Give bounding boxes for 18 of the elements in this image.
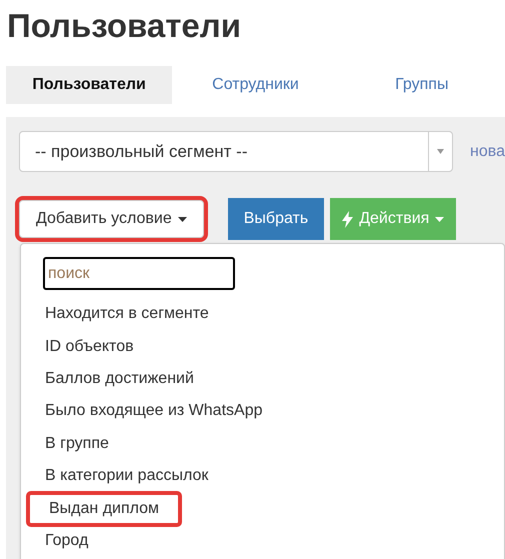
- select-value: -- произвольный сегмент --: [34, 140, 248, 163]
- menu-item[interactable]: Выдан диплом: [26, 490, 182, 527]
- tab[interactable]: Пользователи: [6, 66, 172, 104]
- segment-select[interactable]: -- произвольный сегмент --: [19, 131, 454, 172]
- menu-item[interactable]: В группе: [45, 432, 109, 456]
- caret-icon: [437, 149, 444, 154]
- caret-icon: [178, 216, 187, 222]
- menu-item[interactable]: Находится в сегменте: [45, 302, 209, 326]
- menu-item[interactable]: В категории рассылок: [45, 464, 208, 488]
- menu-item[interactable]: Было входящее из WhatsApp: [45, 399, 262, 424]
- search-field[interactable]: поиск: [43, 257, 235, 290]
- menu-item[interactable]: Баллов достижений: [45, 366, 194, 391]
- menu-item[interactable]: ID объектов: [45, 334, 134, 359]
- menu-item[interactable]: Город: [45, 528, 88, 553]
- select-button[interactable]: Выбрать: [228, 198, 324, 240]
- caret-icon: [435, 216, 444, 222]
- lightning-icon: [342, 210, 354, 228]
- page-title: Пользователи: [6, 6, 242, 46]
